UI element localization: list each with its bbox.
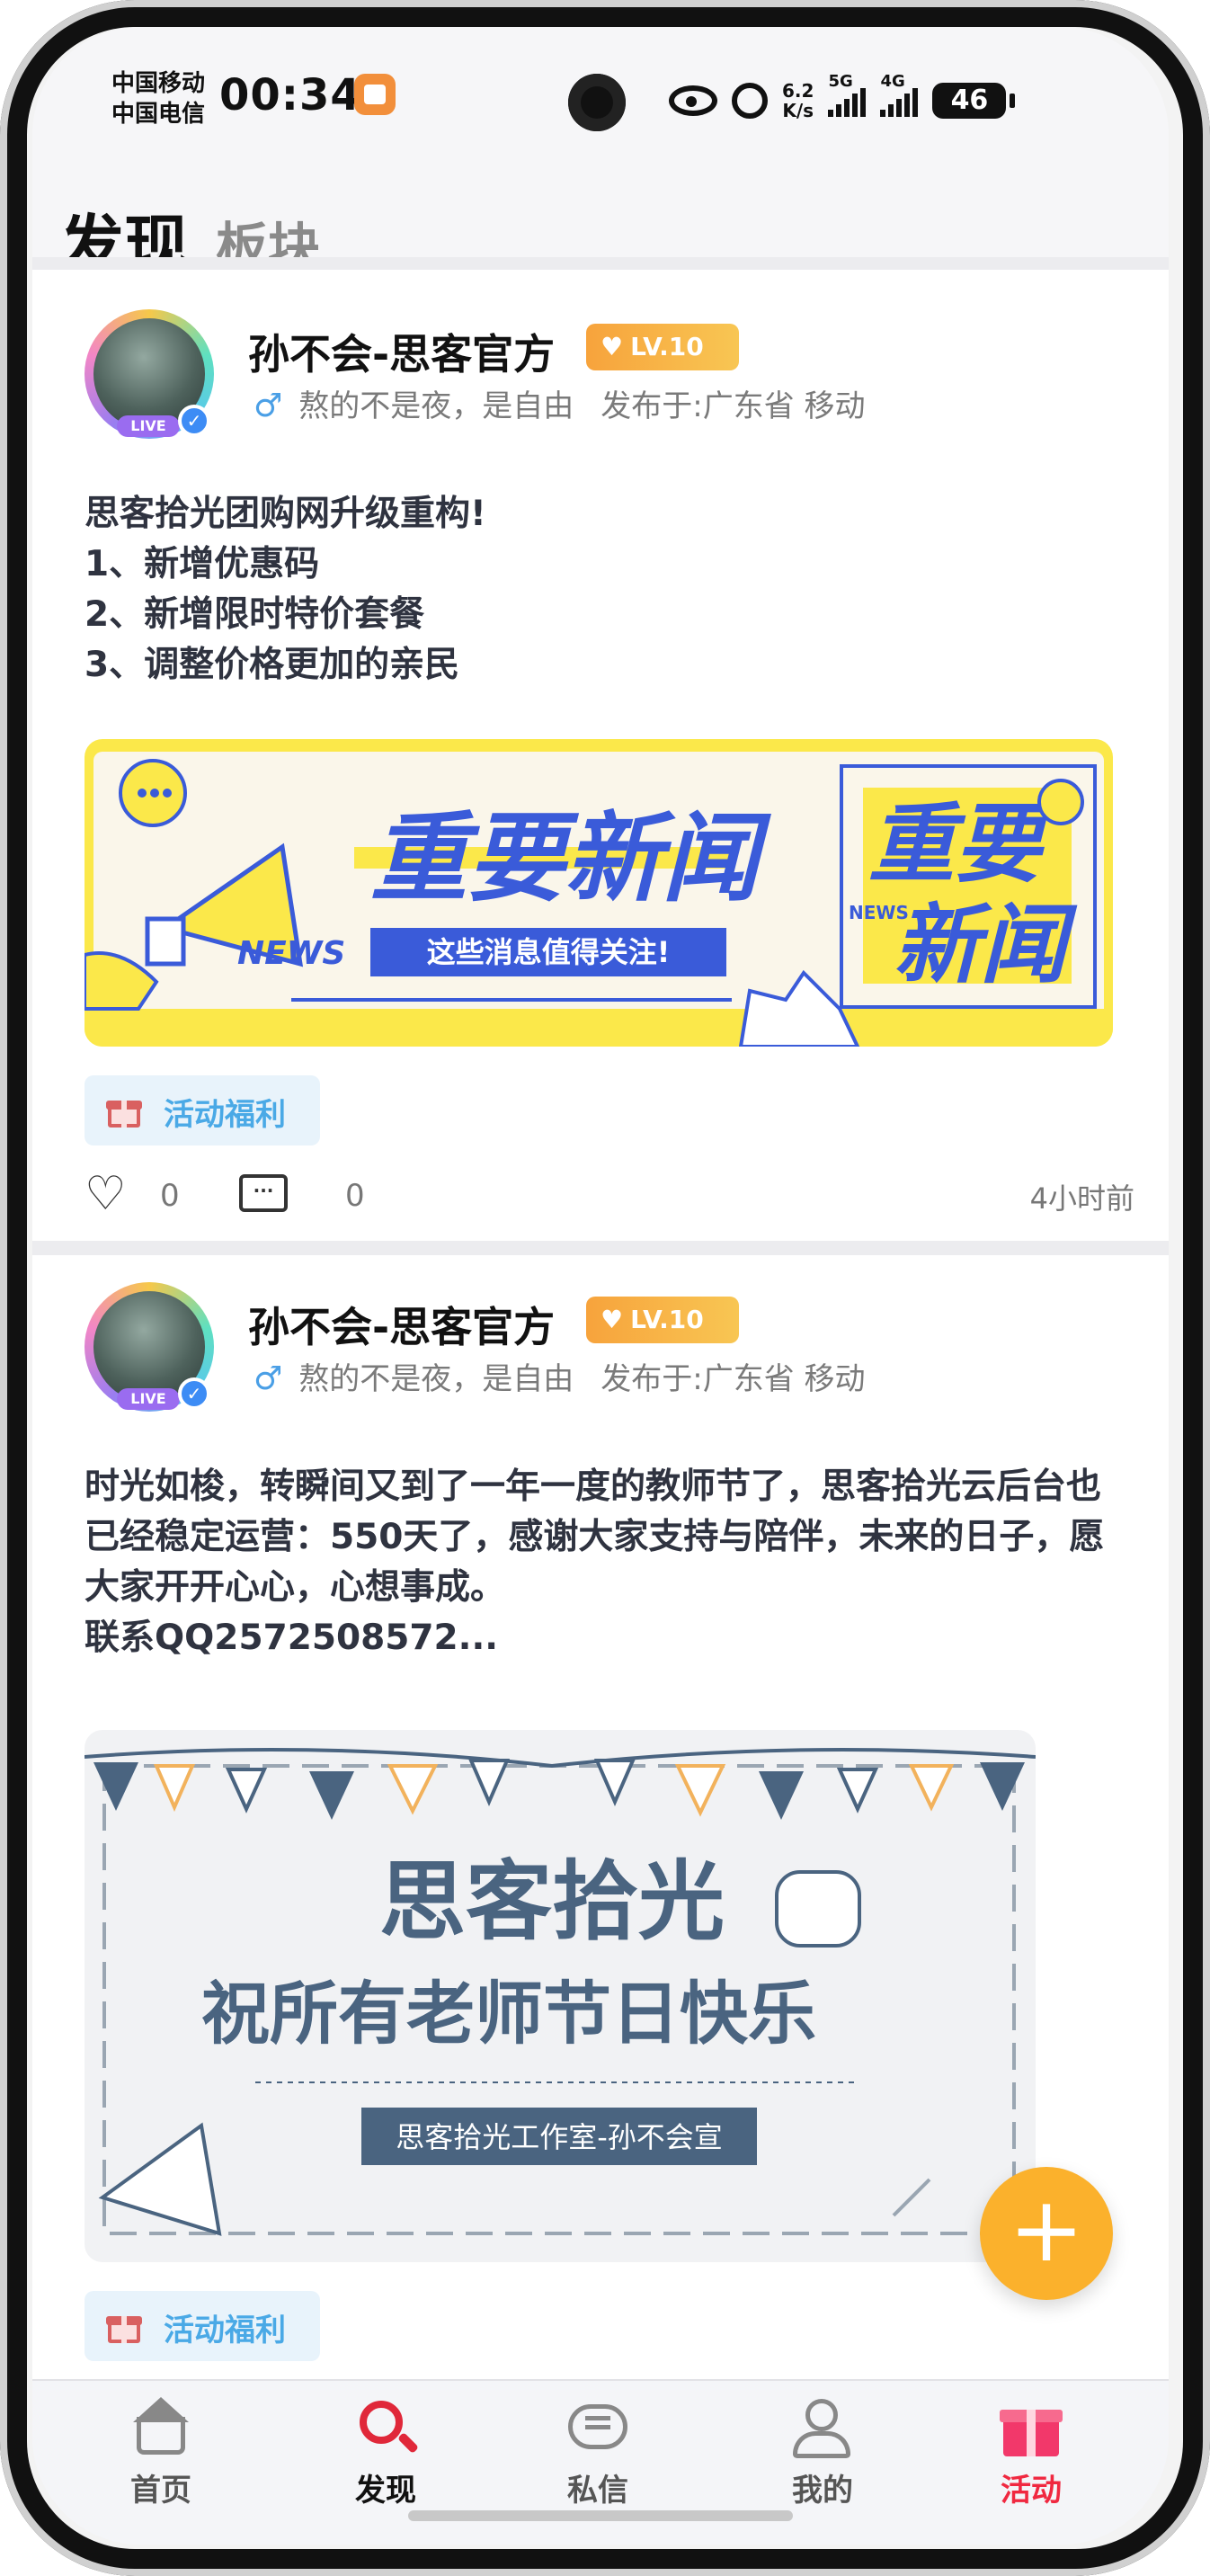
app-notification-icon <box>354 74 396 115</box>
eye-icon <box>669 85 717 116</box>
screen: 中国移动 中国电信 00:34 6.2 K/s 5G 4G 46 发现 板块 L… <box>32 27 1169 2545</box>
search-icon <box>318 2397 453 2460</box>
activity-tag[interactable]: 活动福利 <box>85 2291 320 2361</box>
like-icon[interactable]: ♡ <box>85 1171 127 1217</box>
live-badge: LIVE <box>117 415 180 437</box>
tab-label: 我的 <box>792 2473 853 2509</box>
user-icon <box>755 2397 890 2460</box>
post-text[interactable]: 时光如梭，转瞬间又到了一年一度的教师节了，思客拾光云后台也已经稳定运营：550天… <box>85 1462 1118 1663</box>
post-location: 发布于:广东省 移动 <box>601 1361 866 1397</box>
home-icon <box>93 2397 228 2460</box>
create-post-button[interactable]: + <box>980 2167 1113 2300</box>
message-icon <box>530 2397 665 2460</box>
tab-label: 私信 <box>567 2473 628 2509</box>
carrier-info: 中国移动 中国电信 <box>111 68 205 129</box>
author-name[interactable]: 孙不会-思客官方 <box>248 1295 555 1354</box>
post-text[interactable]: 思客拾光团购网升级重构! 1、新增优惠码 2、新增限时特价套餐 3、调整价格更加… <box>85 489 1118 691</box>
status-bar: 中国移动 中国电信 00:34 6.2 K/s 5G 4G 46 <box>32 27 1169 135</box>
post-time: 4小时前 <box>1029 1181 1134 1216</box>
post-location: 发布于:广东省 移动 <box>601 388 866 424</box>
banner2-headline: 思客拾光 <box>379 1851 725 1952</box>
teachers-day-banner-image[interactable]: 思客拾光 祝所有老师节日快乐 思客拾光工作室-孙不会宣 <box>85 1730 1036 2262</box>
tab-label: 活动 <box>1001 2473 1062 2509</box>
author-name[interactable]: 孙不会-思客官方 <box>248 322 555 381</box>
heart-level-icon: ♥ <box>601 332 624 361</box>
avatar[interactable]: LIVE ✓ <box>85 1282 214 1412</box>
like-count: 0 <box>160 1178 180 1214</box>
alarm-icon <box>732 83 768 119</box>
status-icons: 6.2 K/s 5G 4G 46 <box>669 72 1016 120</box>
level-badge: ♥ LV.10 <box>586 324 739 370</box>
banner-headline: 重要新闻 <box>370 803 771 915</box>
heart-level-icon: ♥ <box>601 1305 624 1334</box>
level-label: LV.10 <box>630 332 704 361</box>
comment-icon[interactable]: ··· <box>239 1174 288 1212</box>
banner2-subline: 祝所有老师节日快乐 <box>201 1974 816 2054</box>
verified-icon: ✓ <box>178 405 210 437</box>
battery-icon: 46 <box>932 83 1016 119</box>
gift-icon <box>106 2309 142 2345</box>
gift-icon <box>964 2397 1099 2460</box>
home-indicator[interactable] <box>408 2510 793 2521</box>
news-banner-graphic: NEWS 重要新闻 这些消息值得关注! 重要 新闻 NEWS <box>85 739 1113 1047</box>
tab-activity[interactable]: 活动 <box>964 2397 1099 2523</box>
author-signature: 熬的不是夜，是自由 <box>298 1361 574 1397</box>
carrier-1: 中国移动 <box>111 70 206 97</box>
male-icon: ♂ <box>254 388 283 424</box>
live-badge: LIVE <box>117 1388 180 1410</box>
tab-messages[interactable]: 私信 <box>530 2397 665 2523</box>
tab-profile[interactable]: 我的 <box>755 2397 890 2523</box>
author-meta: ♂ 熬的不是夜，是自由 发布于:广东省 移动 <box>254 381 866 425</box>
tab-label: 发现 <box>355 2473 416 2509</box>
level-label: LV.10 <box>630 1305 704 1334</box>
banner-side-line-2: 新闻 <box>894 895 1078 995</box>
clock: 00:34 <box>219 70 361 120</box>
net-speed-unit: K/s <box>782 100 814 121</box>
banner-news-tag: NEWS <box>237 935 345 972</box>
carrier-2: 中国电信 <box>111 101 206 128</box>
banner-news-tag-small: NEWS <box>849 902 909 923</box>
gift-icon <box>106 1093 142 1129</box>
signal-4g-label: 4G <box>880 72 905 91</box>
tab-label: 首页 <box>130 2473 191 2509</box>
verified-icon: ✓ <box>178 1377 210 1410</box>
tab-home[interactable]: 首页 <box>93 2397 228 2523</box>
author-signature: 熬的不是夜，是自由 <box>298 388 574 424</box>
tag-label: 活动福利 <box>164 2313 286 2349</box>
level-badge: ♥ LV.10 <box>586 1297 739 1343</box>
activity-tag[interactable]: 活动福利 <box>85 1075 320 1145</box>
front-camera <box>568 74 626 131</box>
male-icon: ♂ <box>254 1360 283 1397</box>
author-meta: ♂ 熬的不是夜，是自由 发布于:广东省 移动 <box>254 1354 866 1398</box>
avatar[interactable]: LIVE ✓ <box>85 309 214 439</box>
net-speed-value: 6.2 <box>782 80 814 102</box>
signal-5g-label: 5G <box>828 72 853 91</box>
tag-label: 活动福利 <box>164 1097 286 1133</box>
signal-4g: 4G <box>880 72 919 117</box>
post-card[interactable]: LIVE ✓ 孙不会-思客官方 ♥ LV.10 ♂ 熬的不是夜，是自由 发布于:广东省… <box>32 270 1169 1241</box>
banner-side-line-1: 重要 <box>868 794 1054 895</box>
comment-count: 0 <box>345 1178 365 1214</box>
tab-discover[interactable]: 发现 <box>318 2397 453 2523</box>
teachers-day-banner-graphic: 思客拾光 祝所有老师节日快乐 思客拾光工作室-孙不会宣 <box>85 1730 1036 2262</box>
banner-subline: 这些消息值得关注! <box>427 935 671 969</box>
news-banner-image[interactable]: NEWS 重要新闻 这些消息值得关注! 重要 新闻 NEWS <box>85 739 1113 1047</box>
feed[interactable]: LIVE ✓ 孙不会-思客官方 ♥ LV.10 ♂ 熬的不是夜，是自由 发布于:广东省… <box>32 257 1169 2379</box>
post-actions: ♡ 0 ··· 0 4小时前 <box>85 1167 1134 1221</box>
signal-5g: 5G <box>828 72 867 117</box>
net-speed: 6.2 K/s <box>782 81 814 120</box>
banner2-footer: 思客拾光工作室-孙不会宣 <box>396 2120 723 2154</box>
